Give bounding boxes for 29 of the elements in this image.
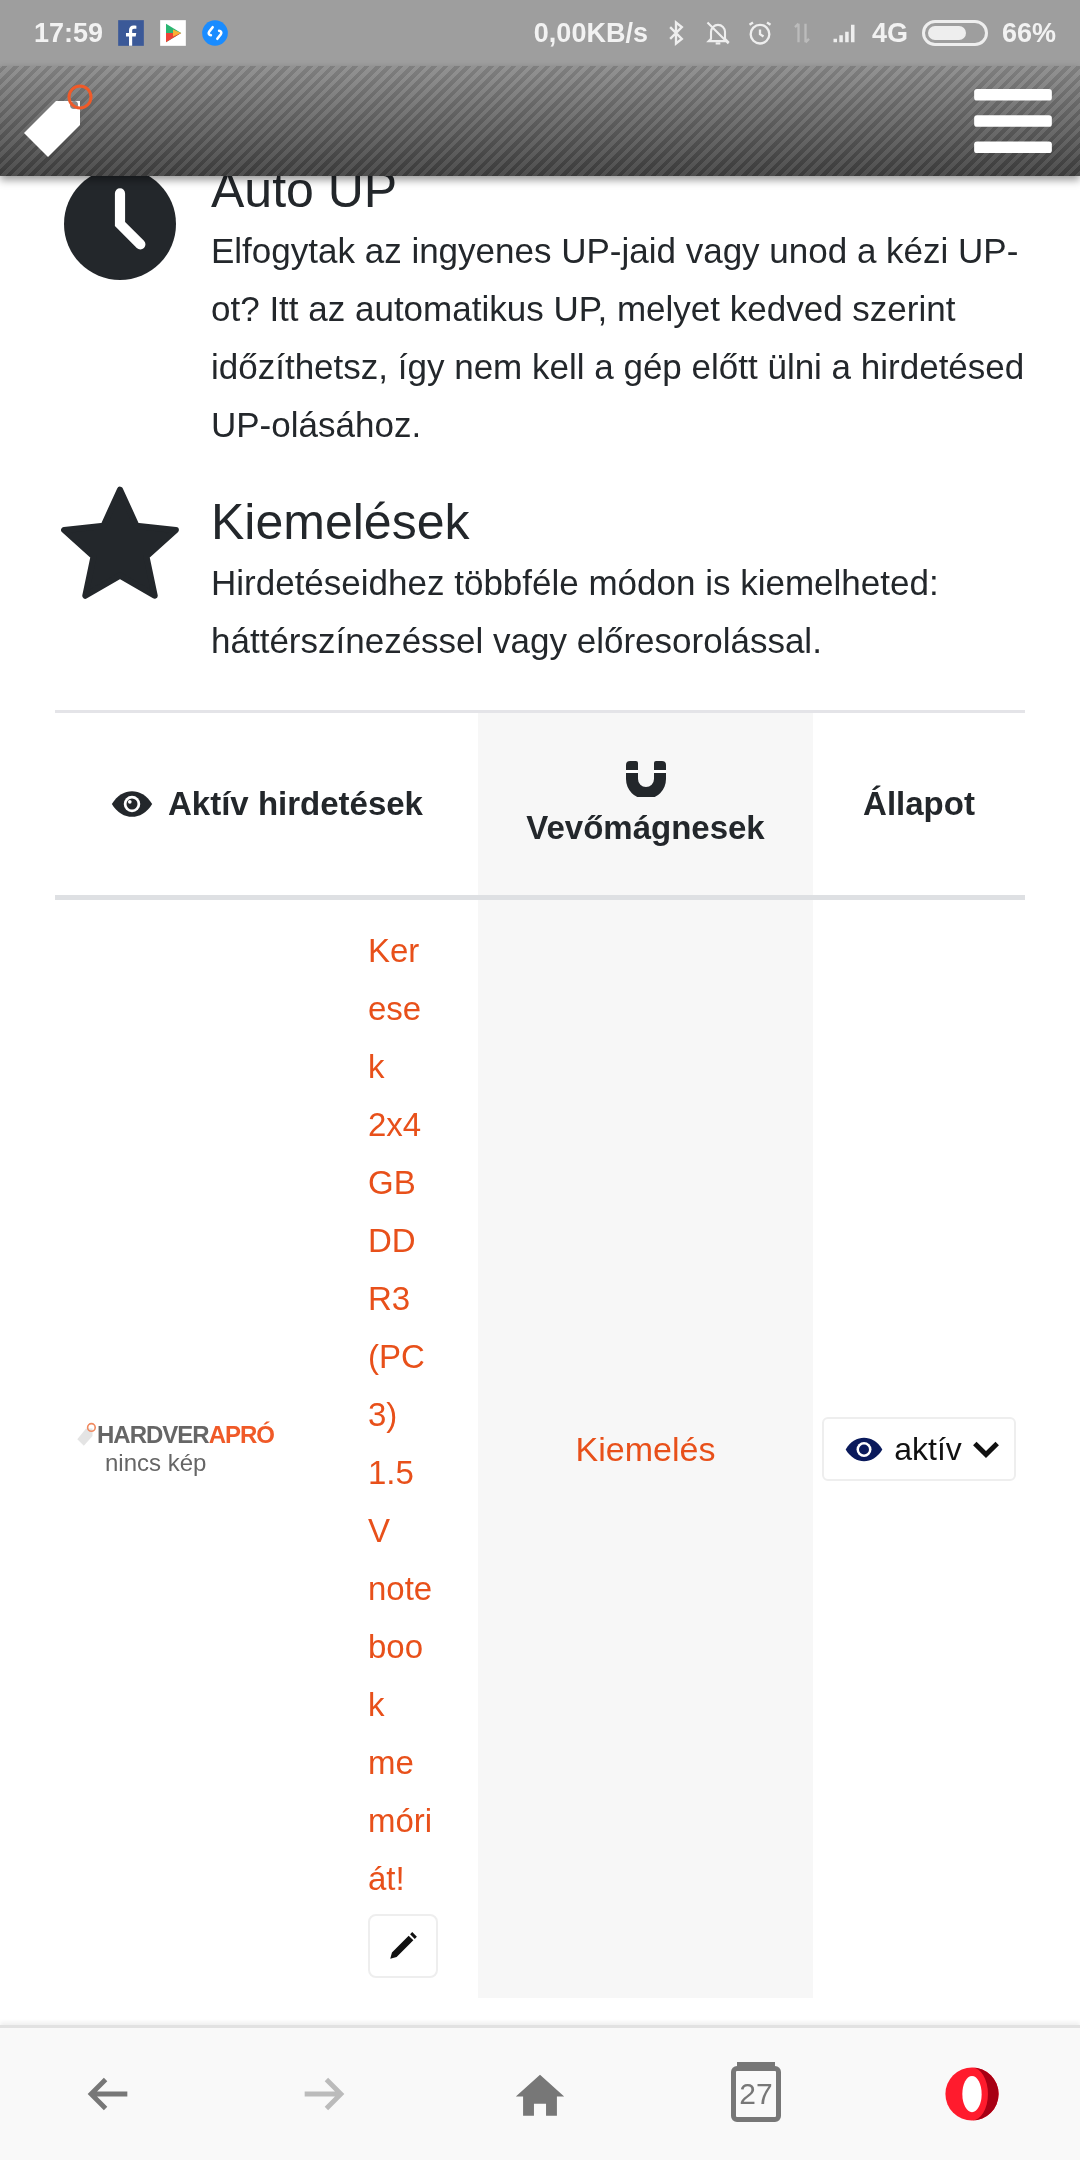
logo-text: APRÓ: [208, 1421, 275, 1449]
eye-icon: [110, 789, 154, 819]
network-speed: 0,00KB/s: [533, 17, 648, 49]
column-header: Vevőmágnesek: [526, 809, 765, 847]
network-type: 4G: [871, 17, 908, 49]
battery-icon: [921, 20, 988, 46]
edit-button[interactable]: [368, 1914, 438, 1978]
tag-icon: [75, 1422, 97, 1448]
logo-text: HARDVER: [97, 1421, 209, 1449]
menu-icon[interactable]: [974, 87, 1052, 155]
clock-time: 17:59: [34, 17, 104, 49]
battery-percent: 66%: [1001, 17, 1056, 49]
chevron-down-icon: [971, 1439, 1000, 1459]
ad-title-link[interactable]: Keresek 2x4 GB DDR3 (PC3) 1.5V notebook memóriát!: [368, 922, 434, 1908]
status-dropdown[interactable]: aktív: [822, 1417, 1016, 1481]
section-heading: Kiemelések: [211, 493, 471, 552]
column-header: Állapot: [863, 785, 975, 823]
section-text: Elfogytak az ingyenes UP-jaid vagy unod a kézi UP-ot? Itt az automatikus UP, melyet kedved szerint időzíthetsz, így nem kell a gép előtt ülni a hirdetésed UP-olásához.: [211, 230, 1026, 446]
shazam-icon: [201, 19, 230, 47]
eye-icon: [844, 1435, 885, 1463]
play-store-icon: [159, 19, 188, 47]
column-header: Aktív hirdetések: [168, 785, 423, 823]
magnet-icon: [625, 761, 666, 797]
section-text: Hirdetéseidhez többféle módon is kiemelheted: háttérszínezéssel vagy előresorolással.: [211, 562, 940, 662]
highlight-link[interactable]: Kiemelés: [575, 1429, 716, 1468]
no-image-caption: nincs kép: [104, 1449, 208, 1477]
facebook-icon: [117, 19, 146, 47]
tabs-button[interactable]: 27: [716, 2054, 796, 2134]
opera-logo-icon: [943, 2065, 1001, 2123]
